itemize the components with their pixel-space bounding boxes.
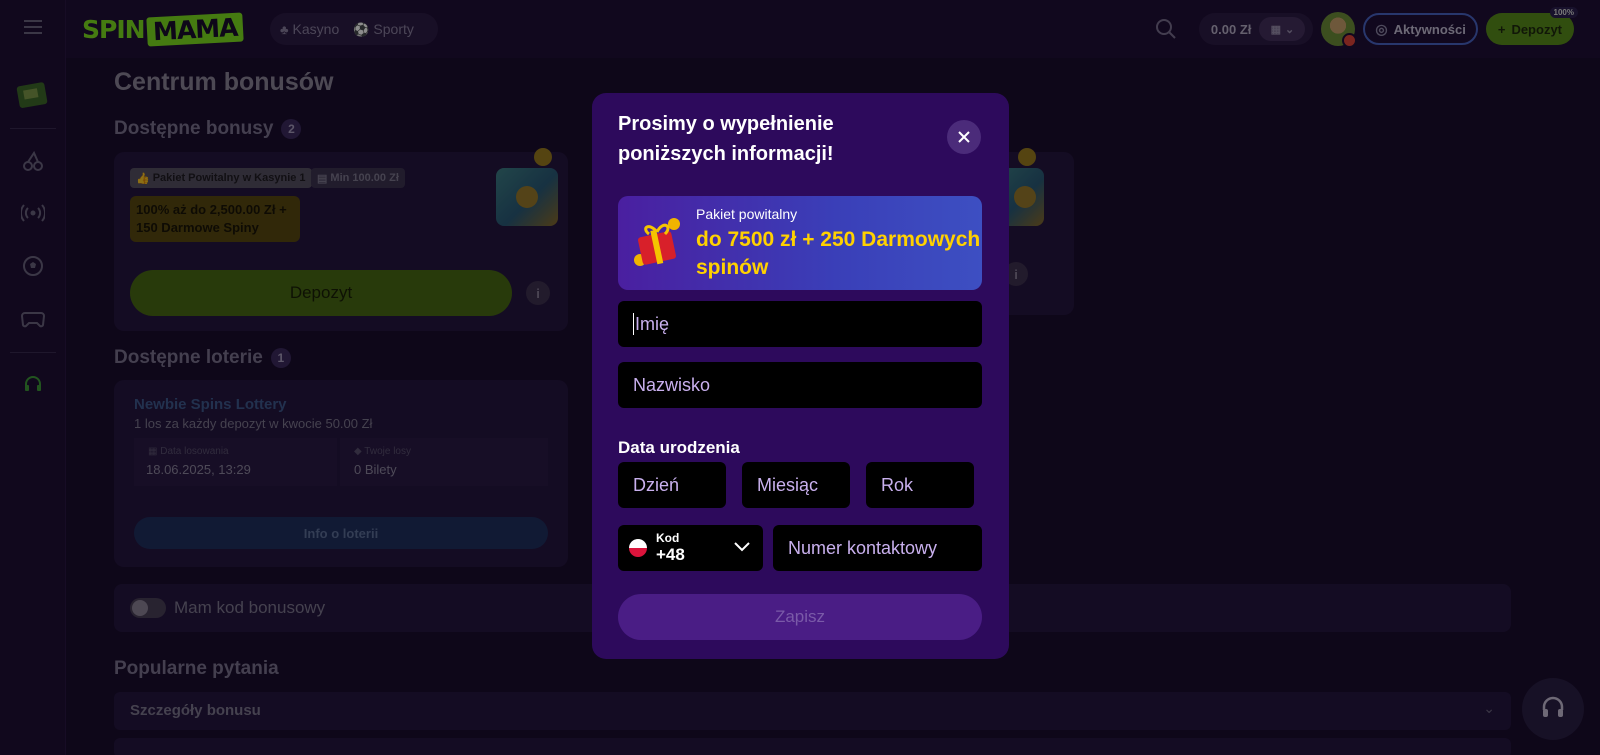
birth-year-input[interactable]: Rok: [866, 462, 974, 508]
phone-number-input[interactable]: Numer kontaktowy: [773, 525, 982, 571]
first-name-input[interactable]: Imię: [618, 301, 982, 347]
birth-year-placeholder: Rok: [881, 474, 914, 495]
info-form-modal: Prosimy o wypełnienie poniższych informa…: [592, 93, 1009, 659]
poland-flag-icon: [629, 539, 647, 557]
country-code-label: Kod: [656, 531, 680, 545]
first-name-placeholder: Imię: [635, 313, 670, 334]
promo-offer: do 7500 zł + 250 Darmowych spinów: [696, 228, 981, 279]
last-name-input[interactable]: Nazwisko: [618, 362, 982, 408]
modal-title: Prosimy o wypełnienie poniższych informa…: [618, 113, 834, 165]
promo-label: Pakiet powitalny: [696, 206, 798, 222]
welcome-promo-banner: Pakiet powitalny do 7500 zł + 250 Darmow…: [618, 196, 982, 290]
birth-month-placeholder: Miesiąc: [757, 474, 819, 495]
country-code-value: +48: [656, 545, 685, 564]
last-name-placeholder: Nazwisko: [633, 374, 711, 395]
birth-month-input[interactable]: Miesiąc: [742, 462, 850, 508]
chevron-down-icon: [734, 542, 750, 552]
phone-number-placeholder: Numer kontaktowy: [788, 537, 938, 558]
close-button[interactable]: [947, 120, 981, 154]
birth-day-placeholder: Dzień: [633, 474, 680, 495]
country-code-select[interactable]: Kod +48: [618, 525, 763, 571]
gift-box-icon: [634, 218, 680, 266]
save-button[interactable]: Zapisz: [618, 594, 982, 640]
birth-day-input[interactable]: Dzień: [618, 462, 726, 508]
birth-date-label: Data urodzenia: [618, 438, 740, 457]
close-icon: [958, 131, 970, 143]
